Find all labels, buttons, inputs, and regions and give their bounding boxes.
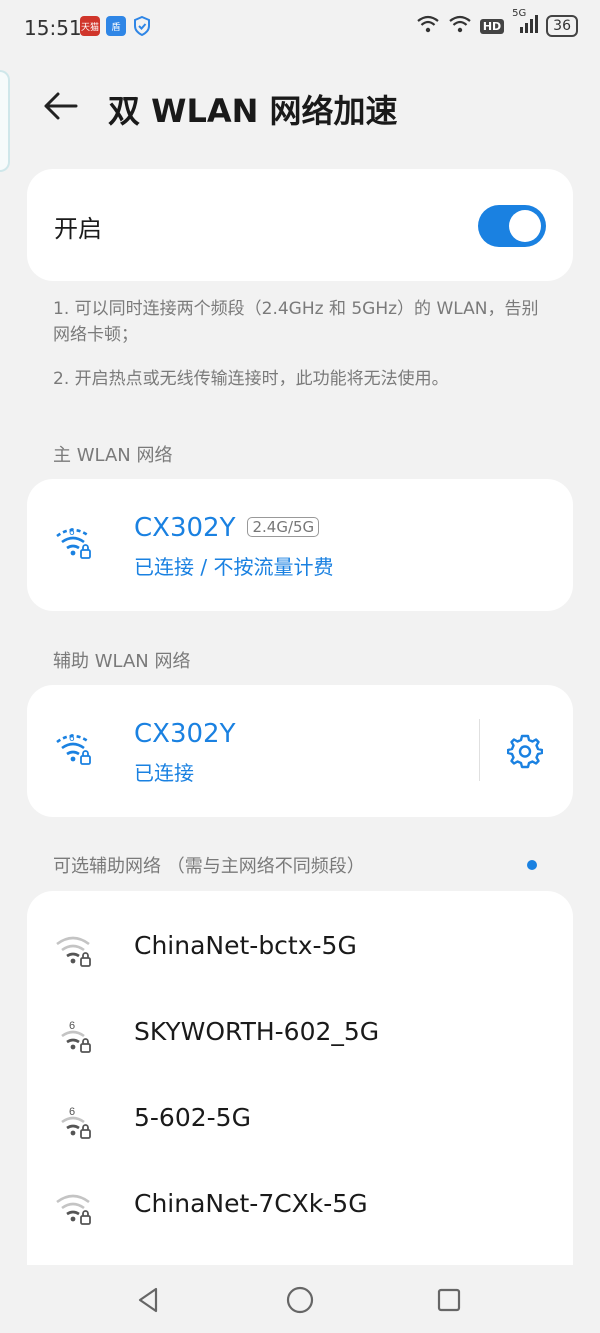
list-item[interactable]: ChinaNet-7CXk-5G [27,1163,573,1249]
circle-home-icon [286,1286,314,1314]
header: 双 WLAN 网络加速 [0,64,600,148]
wifi6-lock-icon: 6 [54,729,94,769]
page-title: 双 WLAN 网络加速 [108,92,398,130]
wifi6-lock-icon: 6 [54,523,94,563]
wifi-status-icon [448,14,472,38]
wifi6-status-icon [416,14,440,38]
enable-label: 开启 [54,215,102,243]
svg-text:6: 6 [69,1020,75,1032]
main-network-status: 已连接 / 不按流量计费 [134,555,334,579]
status-bar: 15:51 天猫 盾 HD 5G 36 [0,0,600,56]
list-item[interactable]: ChinaNet-bctx-5G [27,905,573,991]
main-wlan-section-label: 主 WLAN 网络 [53,445,173,466]
list-item[interactable]: 6 5-602-5G [27,1077,573,1163]
square-recents-icon [437,1288,461,1312]
vertical-divider [479,719,480,781]
tmall-app-icon: 天猫 [80,16,100,36]
cell-signal-icon: 5G [512,8,539,38]
shield-icon [132,16,152,36]
options-section-label: 可选辅助网络 （需与主网络不同频段） [53,856,365,877]
enable-card: 开启 [27,169,573,281]
description-1: 1. 可以同时连接两个频段（2.4GHz 和 5GHz）的 WLAN，告别网络卡… [53,299,539,345]
app-badge-icon: 盾 [106,16,126,36]
svg-text:6: 6 [69,1106,75,1118]
aux-network-name: CX302Y [134,719,236,749]
gear-icon [506,734,544,769]
back-button[interactable] [38,86,82,126]
aux-network-status: 已连接 [134,761,194,785]
description-2: 2. 开启热点或无线传输连接时，此功能将无法使用。 [53,369,449,389]
list-item[interactable]: 6 SKYWORTH-602_5G [27,991,573,1077]
back-arrow-icon [44,92,78,120]
svg-text:6: 6 [69,527,75,538]
network-settings-button[interactable] [506,733,544,769]
network-name: SKYWORTH-602_5G [134,1017,380,1046]
system-nav-bar [0,1265,600,1333]
notification-icons: 天猫 盾 [80,16,152,36]
battery-indicator: 36 [546,15,578,37]
network-name: ChinaNet-bctx-5G [134,931,357,960]
aux-wlan-section-label: 辅助 WLAN 网络 [53,651,191,672]
wifi6-lock-icon: 6 [54,1103,94,1143]
toggle-knob [509,210,541,242]
aux-wlan-card[interactable]: 6 CX302Y 已连接 [27,685,573,817]
band-badge: 2.4G/5G [247,517,320,537]
network-type: 5G [512,8,527,19]
svg-text:6: 6 [69,733,75,744]
options-list: ChinaNet-bctx-5G 6 SKYWORTH-602_5G 6 5-6… [27,891,573,1267]
nav-recents-button[interactable] [432,1283,466,1317]
status-time: 15:51 [24,16,82,40]
nav-home-button[interactable] [283,1283,317,1317]
network-name: 5-602-5G [134,1103,251,1132]
wifi-lock-icon [54,1189,94,1229]
status-right-icons: HD 5G 36 [416,8,578,38]
hd-badge: HD [479,18,505,34]
wifi6-lock-icon: 6 [54,1017,94,1057]
main-network-ssid: CX302Y [134,513,236,543]
main-network-name: CX302Y 2.4G/5G [134,513,320,543]
triangle-back-icon [138,1287,158,1313]
main-wlan-card[interactable]: 6 CX302Y 2.4G/5G 已连接 / 不按流量计费 [27,479,573,611]
nav-back-button[interactable] [132,1283,166,1317]
wifi-lock-icon [54,931,94,971]
enable-toggle[interactable] [478,205,546,247]
network-name: ChinaNet-7CXk-5G [134,1189,368,1218]
loading-indicator [527,860,537,870]
